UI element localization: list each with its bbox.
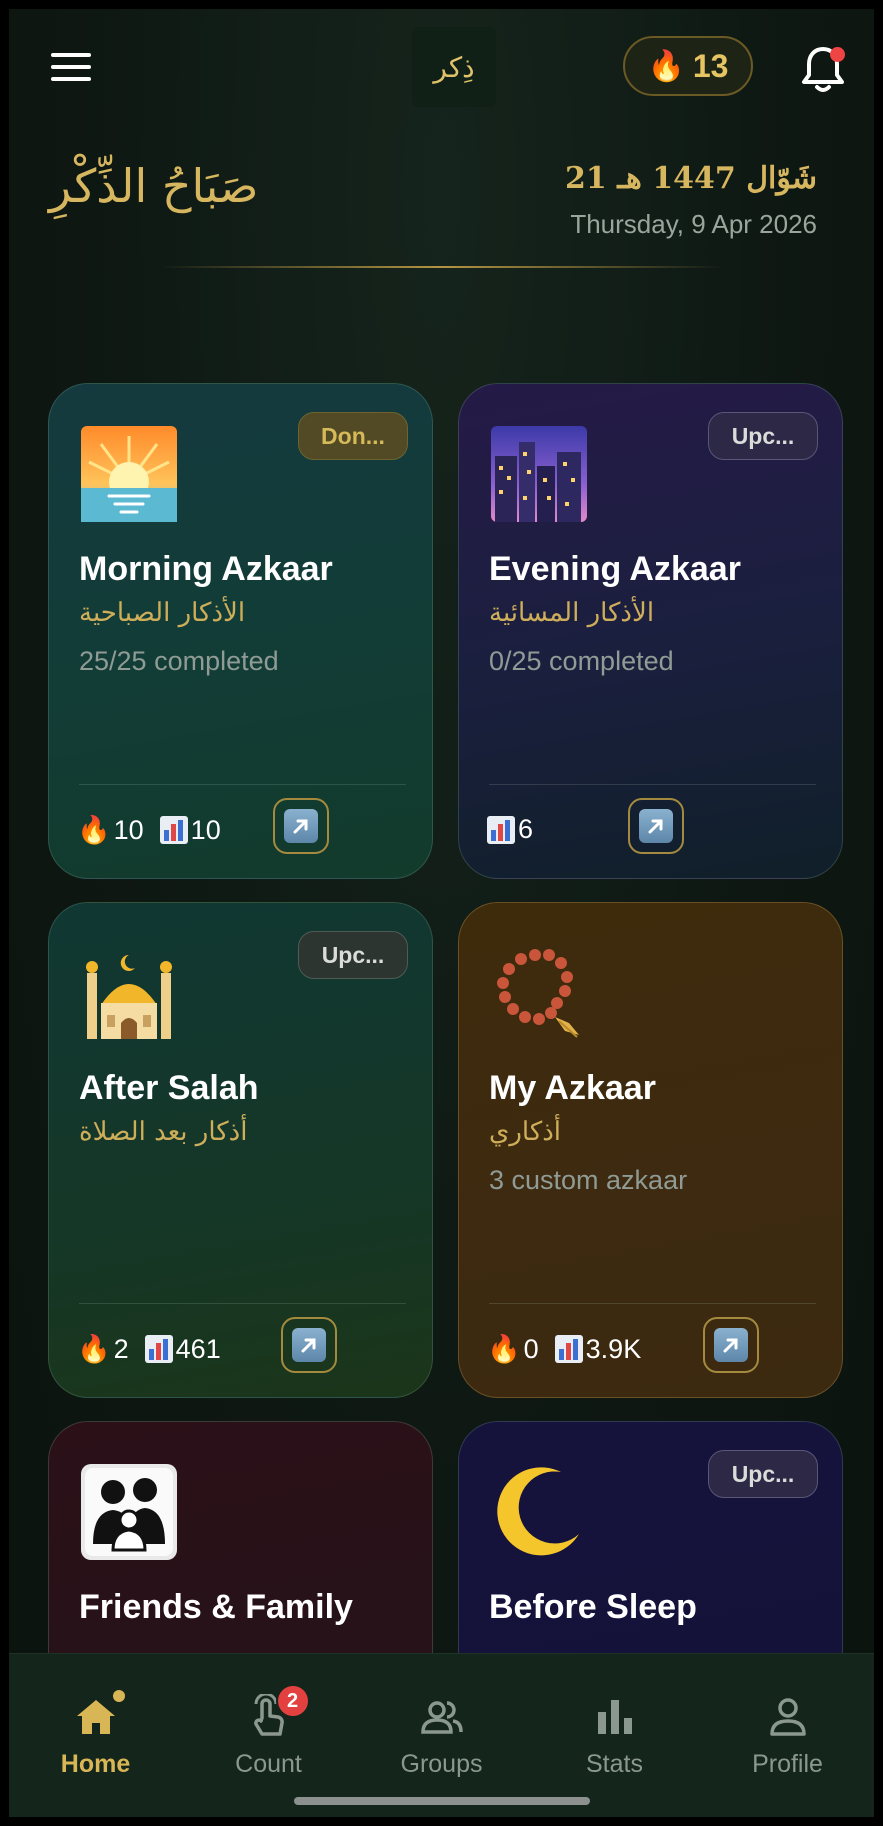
nav-label: Home bbox=[60, 1750, 131, 1778]
gregorian-date: Thursday, 9 Apr 2026 bbox=[570, 209, 817, 239]
streak-count: 13 bbox=[692, 47, 729, 84]
tap-icon: 2 bbox=[246, 1684, 310, 1740]
mosque-icon bbox=[86, 954, 172, 1039]
arrow-up-right-icon bbox=[714, 1328, 748, 1362]
status-badge: Upc... bbox=[708, 412, 818, 460]
streak-pill[interactable]: 🔥 13 bbox=[623, 36, 753, 96]
sunrise-icon bbox=[81, 426, 177, 522]
card-progress: 0/25 completed bbox=[489, 646, 674, 676]
card-divider bbox=[79, 784, 406, 785]
status-badge: Upc... bbox=[298, 931, 408, 979]
profile-icon bbox=[765, 1694, 811, 1740]
card-stats: 🔥 2 461 bbox=[77, 1333, 231, 1365]
logo-text: ذِكر bbox=[433, 50, 475, 84]
nav-groups[interactable]: Groups bbox=[355, 1654, 528, 1784]
card-stats: 6 bbox=[487, 814, 543, 845]
open-card-button[interactable] bbox=[281, 1317, 337, 1373]
greeting-text: صَبَاحُ الذِّكْرِ bbox=[49, 159, 259, 213]
header-divider bbox=[159, 266, 724, 268]
bottom-navigation: Home 2 Count Groups Stats Profile bbox=[9, 1653, 874, 1817]
menu-button[interactable] bbox=[51, 53, 91, 83]
crescent-moon-icon bbox=[497, 1467, 579, 1556]
card-title: Before Sleep bbox=[489, 1588, 697, 1626]
card-evening-azkaar[interactable]: Upc... Evening Azkaar الأذكار المسائية 0… bbox=[458, 383, 843, 879]
count-value: 6 bbox=[518, 814, 534, 844]
night-city-icon bbox=[491, 426, 587, 522]
nav-count[interactable]: 2 Count bbox=[182, 1654, 355, 1784]
card-progress: 3 custom azkaar bbox=[489, 1165, 688, 1195]
card-arabic-title: أذكار بعد الصلاة bbox=[79, 1117, 248, 1147]
count-value: 3.9K bbox=[585, 1333, 642, 1364]
streak-value: 2 bbox=[113, 1333, 129, 1364]
nav-label: Groups bbox=[400, 1750, 483, 1778]
active-dot bbox=[112, 1690, 125, 1702]
card-stats: 🔥 10 10 bbox=[77, 814, 231, 846]
bar-chart-icon bbox=[554, 1335, 583, 1363]
menu-icon-line bbox=[51, 53, 91, 57]
nav-stats[interactable]: Stats bbox=[528, 1654, 701, 1784]
card-title: My Azkaar bbox=[489, 1069, 656, 1107]
open-card-button[interactable] bbox=[703, 1317, 759, 1373]
app-logo: ذِكر bbox=[412, 27, 496, 107]
card-divider bbox=[489, 784, 816, 785]
home-icon bbox=[73, 1690, 125, 1740]
bar-chart-icon bbox=[159, 816, 188, 844]
nav-home[interactable]: Home bbox=[9, 1654, 182, 1784]
open-card-button[interactable] bbox=[628, 798, 684, 854]
count-value: 461 bbox=[175, 1333, 221, 1364]
menu-icon-line bbox=[51, 65, 91, 69]
family-icon bbox=[81, 1464, 177, 1560]
bar-chart-icon bbox=[144, 1335, 173, 1363]
nav-label: Profile bbox=[752, 1750, 823, 1778]
streak-value: 10 bbox=[113, 814, 144, 845]
nav-label: Stats bbox=[586, 1750, 643, 1778]
card-my-azkaar[interactable]: My Azkaar أذكاري 3 custom azkaar 🔥 0 3.9K bbox=[458, 902, 843, 1398]
notification-dot bbox=[830, 47, 845, 62]
flame-icon: 🔥 bbox=[77, 815, 111, 845]
status-badge: Don... bbox=[298, 412, 408, 460]
nav-profile[interactable]: Profile bbox=[701, 1654, 874, 1784]
card-divider bbox=[79, 1303, 406, 1304]
bar-chart-icon bbox=[487, 815, 515, 844]
open-card-button[interactable] bbox=[273, 798, 329, 854]
arrow-up-right-icon bbox=[639, 809, 673, 843]
arrow-up-right-icon bbox=[284, 809, 318, 843]
card-arabic-title: الأذكار الصباحية bbox=[79, 598, 246, 628]
card-title: Morning Azkaar bbox=[79, 550, 333, 588]
count-value: 10 bbox=[190, 814, 221, 845]
home-indicator[interactable] bbox=[294, 1797, 590, 1805]
flame-icon: 🔥 bbox=[647, 48, 685, 84]
arrow-up-right-icon bbox=[292, 1328, 326, 1362]
prayer-beads-icon bbox=[497, 949, 579, 1038]
flame-icon: 🔥 bbox=[487, 1334, 521, 1364]
home-screen: ذِكر 🔥 13 صَبَاحُ الذِّكْرِ شَوّال 1447 … bbox=[9, 9, 874, 1817]
card-stats: 🔥 0 3.9K bbox=[487, 1333, 651, 1365]
card-after-salah[interactable]: Upc... After Salah أذكار بعد الصلاة 🔥 2 4… bbox=[48, 902, 433, 1398]
groups-icon bbox=[419, 1694, 465, 1740]
card-divider bbox=[489, 1303, 816, 1304]
top-bar: ذِكر 🔥 13 bbox=[9, 9, 874, 129]
flame-icon: 🔥 bbox=[77, 1334, 111, 1364]
card-title: Evening Azkaar bbox=[489, 550, 741, 588]
hijri-date: شَوّال 1447 هـ 21 bbox=[565, 161, 817, 196]
card-arabic-title: الأذكار المسائية bbox=[489, 598, 655, 628]
card-arabic-title: أذكاري bbox=[489, 1117, 562, 1147]
notifications-button[interactable] bbox=[799, 43, 847, 95]
streak-value: 0 bbox=[523, 1333, 539, 1364]
card-morning-azkaar[interactable]: Don... Morning Azkaar الأذكار الصباحية 2… bbox=[48, 383, 433, 879]
card-title: After Salah bbox=[79, 1069, 259, 1107]
card-title: Friends & Family bbox=[79, 1588, 353, 1626]
status-badge: Upc... bbox=[708, 1450, 818, 1498]
menu-icon-line bbox=[51, 77, 91, 81]
nav-label: Count bbox=[235, 1750, 302, 1778]
card-progress: 25/25 completed bbox=[79, 646, 279, 676]
count-badge: 2 bbox=[275, 1684, 310, 1718]
stats-icon bbox=[592, 1694, 638, 1740]
